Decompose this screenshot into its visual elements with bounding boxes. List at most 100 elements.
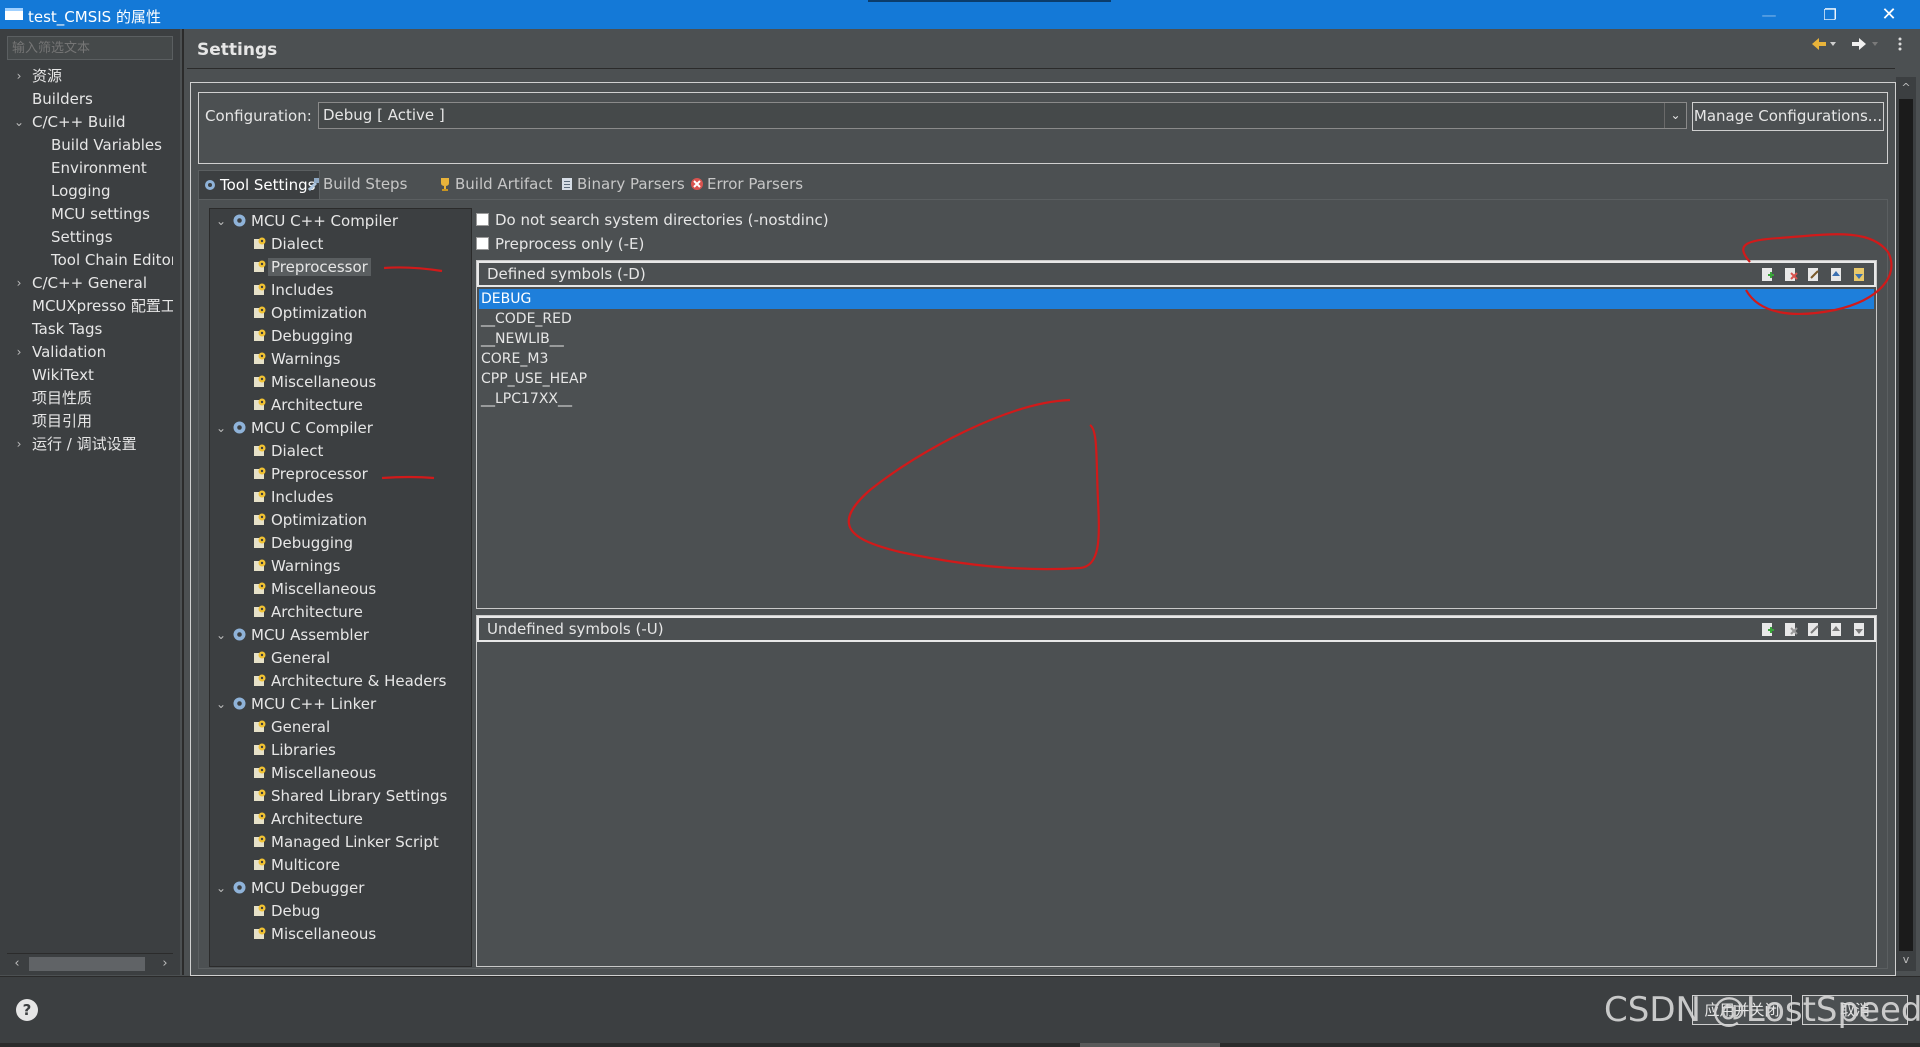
nav-item[interactable]: C/C++ Build	[32, 111, 126, 134]
scroll-thumb[interactable]	[29, 957, 145, 971]
tool-option-item[interactable]: Debugging	[252, 325, 353, 348]
configuration-select[interactable]: Debug [ Active ] ⌄	[318, 102, 1687, 129]
tool-option-item[interactable]: Preprocessor	[252, 463, 368, 486]
nav-item[interactable]: Environment	[51, 157, 147, 180]
edit-icon[interactable]	[1805, 621, 1822, 638]
tool-option-item[interactable]: Warnings	[252, 348, 341, 371]
nav-item[interactable]: Validation	[32, 341, 106, 364]
tool-option-item[interactable]: Dialect	[252, 233, 323, 256]
chevron-down-icon[interactable]: ⌄	[214, 417, 228, 440]
delete-icon[interactable]	[1782, 266, 1799, 283]
tool-option-item[interactable]: Architecture	[252, 394, 363, 417]
nav-item[interactable]: C/C++ General	[32, 272, 147, 295]
manage-configurations-button[interactable]: Manage Configurations...	[1692, 102, 1884, 131]
tool-option-item[interactable]: Miscellaneous	[252, 762, 376, 785]
tool-option-item[interactable]: Architecture	[252, 601, 363, 624]
chevron-right-icon[interactable]: ›	[13, 341, 25, 364]
nav-item[interactable]: Builders	[32, 88, 93, 111]
filter-input[interactable]	[7, 36, 173, 60]
back-arrow-icon[interactable]	[1810, 36, 1838, 56]
settings-vertical-scrollbar[interactable]: ^ v	[1896, 77, 1916, 971]
tool-option-item[interactable]: Dialect	[252, 440, 323, 463]
nostdinc-option[interactable]: Do not search system directories (-nostd…	[476, 209, 829, 231]
chevron-down-icon[interactable]: ⌄	[214, 693, 228, 716]
minimize-button[interactable]: —	[1740, 0, 1798, 29]
tab-error-parsers[interactable]: Error Parsers	[690, 170, 803, 199]
tool-group[interactable]: MCU Assembler	[232, 624, 369, 647]
nostdinc-checkbox[interactable]	[476, 213, 489, 226]
chevron-down-icon[interactable]: ⌄	[1664, 103, 1686, 128]
list-item[interactable]: CORE_M3	[479, 349, 1874, 369]
move-down-icon[interactable]	[1851, 266, 1868, 283]
tool-option-item[interactable]: Architecture	[252, 808, 363, 831]
scroll-right-icon[interactable]: ›	[157, 955, 173, 973]
defined-symbols-list[interactable]: DEBUG __CODE_RED __NEWLIB__ CORE_M3 CPP_USE_…	[479, 289, 1874, 409]
tool-option-item[interactable]: Managed Linker Script	[252, 831, 439, 854]
nav-item[interactable]: Logging	[51, 180, 111, 203]
tool-option-item[interactable]: Libraries	[252, 739, 336, 762]
scroll-left-icon[interactable]: ‹	[9, 955, 25, 973]
tool-option-item[interactable]: Includes	[252, 279, 333, 302]
nav-item[interactable]: 资源	[32, 65, 62, 88]
close-button[interactable]: ✕	[1860, 0, 1918, 29]
edit-icon[interactable]	[1805, 266, 1822, 283]
tool-option-item[interactable]: Shared Library Settings	[252, 785, 447, 808]
list-item[interactable]: __CODE_RED	[479, 309, 1874, 329]
tool-option-item[interactable]: Miscellaneous	[252, 923, 376, 946]
preprocess-only-option[interactable]: Preprocess only (-E)	[476, 233, 644, 255]
tool-option-item[interactable]: Architecture & Headers	[252, 670, 447, 693]
nav-item[interactable]: WikiText	[32, 364, 94, 387]
chevron-right-icon[interactable]: ›	[13, 65, 25, 88]
chevron-right-icon[interactable]: ›	[13, 272, 25, 295]
restore-button[interactable]: ❐	[1801, 0, 1859, 29]
tab-build-artifact[interactable]: Build Artifact	[438, 170, 553, 199]
chevron-down-icon[interactable]: ⌄	[214, 877, 228, 900]
tool-group[interactable]: MCU C++ Compiler	[232, 210, 398, 233]
tool-option-item[interactable]: Miscellaneous	[252, 578, 376, 601]
chevron-down-icon[interactable]: ⌄	[13, 111, 25, 134]
scroll-up-icon[interactable]: ^	[1896, 79, 1916, 97]
tab-binary-parsers[interactable]: Binary Parsers	[560, 170, 685, 199]
nav-item[interactable]: MCU settings	[51, 203, 150, 226]
help-icon[interactable]: ?	[16, 999, 38, 1021]
tool-option-item[interactable]: Miscellaneous	[252, 371, 376, 394]
chevron-down-icon[interactable]: ⌄	[214, 624, 228, 647]
nav-item[interactable]: Tool Chain Editor	[51, 249, 173, 272]
tool-group[interactable]: MCU C++ Linker	[232, 693, 376, 716]
move-up-icon[interactable]	[1828, 266, 1845, 283]
tab-build-steps[interactable]: Build Steps	[306, 170, 407, 199]
move-up-icon[interactable]	[1828, 621, 1845, 638]
tool-option-item[interactable]: General	[252, 716, 330, 739]
move-down-icon[interactable]	[1851, 621, 1868, 638]
nav-item[interactable]: 项目性质	[32, 387, 92, 410]
tool-option-item[interactable]: Debug	[252, 900, 320, 923]
tool-option-item[interactable]: Optimization	[252, 509, 367, 532]
tool-option-item[interactable]: Warnings	[252, 555, 341, 578]
preprocess-only-checkbox[interactable]	[476, 237, 489, 250]
tool-option-item[interactable]: Preprocessor	[252, 256, 371, 279]
nav-item[interactable]: 运行 / 调试设置	[32, 433, 137, 456]
chevron-right-icon[interactable]: ›	[13, 433, 25, 456]
tool-group[interactable]: MCU Debugger	[232, 877, 364, 900]
scroll-down-icon[interactable]: v	[1896, 951, 1916, 969]
forward-arrow-icon[interactable]	[1850, 36, 1890, 56]
list-item[interactable]: DEBUG	[479, 289, 1874, 309]
tab-tool-settings[interactable]: Tool Settings	[198, 170, 321, 199]
nav-item[interactable]: MCUXpresso 配置工具	[32, 295, 173, 318]
tool-option-item[interactable]: Includes	[252, 486, 333, 509]
tool-group[interactable]: MCU C Compiler	[232, 417, 373, 440]
tool-option-item[interactable]: General	[252, 647, 330, 670]
nav-item[interactable]: Task Tags	[32, 318, 102, 341]
scroll-thumb[interactable]	[1899, 99, 1913, 951]
nav-horizontal-scrollbar[interactable]: ‹ ›	[7, 953, 173, 973]
list-item[interactable]: __NEWLIB__	[479, 329, 1874, 349]
tool-option-item[interactable]: Debugging	[252, 532, 353, 555]
add-icon[interactable]	[1759, 266, 1776, 283]
nav-item[interactable]: Settings	[51, 226, 113, 249]
chevron-down-icon[interactable]: ⌄	[214, 210, 228, 233]
tool-option-item[interactable]: Multicore	[252, 854, 340, 877]
delete-icon[interactable]	[1782, 621, 1799, 638]
view-menu-icon[interactable]	[1896, 36, 1904, 56]
nav-item[interactable]: 项目引用	[32, 410, 92, 433]
nav-item[interactable]: Build Variables	[51, 134, 162, 157]
